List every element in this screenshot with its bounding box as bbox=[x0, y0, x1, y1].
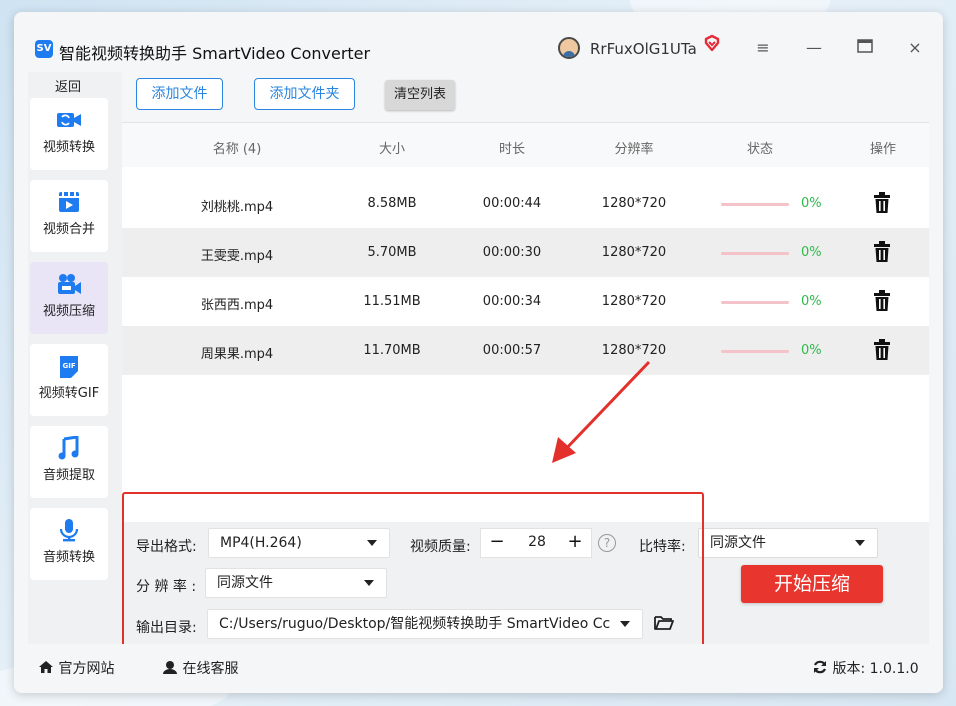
video-compress-icon bbox=[58, 274, 81, 294]
cell-duration: 00:00:44 bbox=[482, 196, 542, 211]
table-row[interactable]: 周果果.mp4 11.70MB 00:00:57 1280*720 0% bbox=[122, 326, 929, 375]
customer-service-icon bbox=[163, 661, 177, 674]
bitrate-select-value: 同源文件 bbox=[710, 535, 766, 551]
progress-bar bbox=[721, 203, 789, 206]
svg-text:GIF: GIF bbox=[63, 362, 76, 370]
progress-percent: 0% bbox=[801, 196, 822, 211]
cell-name: 张西西.mp4 bbox=[200, 298, 274, 313]
cell-size: 11.70MB bbox=[363, 343, 421, 358]
minimize-button[interactable]: — bbox=[803, 38, 825, 57]
cell-duration: 00:00:57 bbox=[482, 343, 542, 358]
app-window: SV 智能视频转换助手 SmartVideo Converter RrFuxOl… bbox=[14, 12, 943, 693]
back-button[interactable]: 返回 bbox=[28, 76, 108, 95]
maximize-button[interactable] bbox=[854, 38, 876, 57]
cell-name: 周果果.mp4 bbox=[200, 347, 274, 362]
support-link[interactable]: 在线客服 bbox=[162, 658, 238, 678]
progress-percent: 0% bbox=[801, 294, 822, 309]
table-row[interactable]: 王雯雯.mp4 5.70MB 00:00:30 1280*720 0% bbox=[122, 228, 929, 277]
add-folder-button[interactable]: 添加文件夹 bbox=[254, 78, 355, 110]
app-title: 智能视频转换助手 SmartVideo Converter bbox=[59, 44, 371, 63]
file-table: 名称 (4) 大小 时长 分辨率 状态 操作 刘桃桃.mp4 8.58MB 00:0… bbox=[122, 122, 929, 522]
sidebar-item-video-gif[interactable]: GIF 视频转GIF bbox=[30, 344, 108, 416]
home-icon bbox=[39, 661, 53, 673]
app-logo-icon: SV bbox=[35, 40, 53, 58]
gif-icon: GIF bbox=[60, 356, 78, 378]
progress-percent: 0% bbox=[801, 343, 822, 358]
cell-name: 刘桃桃.mp4 bbox=[200, 200, 274, 215]
highlight-box bbox=[122, 492, 704, 652]
cell-size: 11.51MB bbox=[363, 294, 421, 309]
cell-size: 5.70MB bbox=[367, 245, 417, 260]
table-row[interactable]: 刘桃桃.mp4 8.58MB 00:00:44 1280*720 0% bbox=[122, 179, 929, 228]
cell-resolution: 1280*720 bbox=[601, 245, 667, 260]
sidebar-item-label: 视频压缩 bbox=[42, 304, 95, 319]
website-link[interactable]: 官方网站 bbox=[38, 658, 114, 678]
add-file-button[interactable]: 添加文件 bbox=[136, 78, 223, 110]
cell-resolution: 1280*720 bbox=[601, 294, 667, 309]
user-name[interactable]: RrFuxOlG1UTa bbox=[590, 40, 697, 58]
support-label: 在线客服 bbox=[182, 661, 239, 677]
trash-icon[interactable] bbox=[872, 191, 892, 215]
progress-percent: 0% bbox=[801, 245, 822, 260]
footer: 官方网站 在线客服 版本: 1.0.1.0 bbox=[14, 644, 943, 693]
sidebar-item-audio-convert[interactable]: 音频转换 bbox=[30, 508, 108, 580]
column-header-size: 大小 bbox=[378, 142, 405, 157]
annotation-arrow-icon bbox=[552, 360, 651, 463]
cell-size: 8.58MB bbox=[367, 196, 417, 211]
trash-icon[interactable] bbox=[872, 338, 892, 362]
sidebar: 返回 视频转换 视频合并 视频压缩 GIF 视频转GIF 音频提取 音频转换 bbox=[28, 72, 122, 644]
start-compress-button[interactable]: 开始压缩 bbox=[741, 565, 883, 603]
sidebar-item-label: 视频转换 bbox=[42, 140, 95, 155]
sidebar-item-audio-extract[interactable]: 音频提取 bbox=[30, 426, 108, 498]
website-label: 官方网站 bbox=[58, 661, 115, 677]
cell-resolution: 1280*720 bbox=[601, 343, 667, 358]
table-header: 名称 (4) 大小 时长 分辨率 状态 操作 bbox=[122, 122, 929, 167]
sidebar-item-video-compress[interactable]: 视频压缩 bbox=[30, 262, 108, 334]
progress-bar bbox=[721, 252, 789, 255]
bitrate-select[interactable]: 同源文件 bbox=[698, 528, 878, 558]
music-note-icon bbox=[58, 436, 79, 460]
column-header-action: 操作 bbox=[869, 142, 896, 157]
column-header-status: 状态 bbox=[746, 142, 773, 157]
sidebar-item-video-merge[interactable]: 视频合并 bbox=[30, 180, 108, 252]
sidebar-item-label: 视频转GIF bbox=[38, 386, 100, 401]
titlebar: SV 智能视频转换助手 SmartVideo Converter RrFuxOl… bbox=[14, 12, 943, 64]
clear-list-button[interactable]: 清空列表 bbox=[385, 80, 455, 110]
user-avatar[interactable] bbox=[558, 37, 580, 59]
cell-duration: 00:00:30 bbox=[482, 245, 542, 260]
microphone-icon bbox=[59, 519, 79, 542]
sidebar-item-label: 音频提取 bbox=[42, 468, 95, 483]
cell-resolution: 1280*720 bbox=[601, 196, 667, 211]
vip-diamond-icon[interactable] bbox=[703, 34, 721, 52]
sidebar-item-label: 音频转换 bbox=[42, 550, 95, 565]
progress-bar bbox=[721, 301, 789, 304]
menu-icon[interactable]: ≡ bbox=[752, 38, 774, 57]
sidebar-item-video-convert[interactable]: 视频转换 bbox=[30, 98, 108, 170]
refresh-icon bbox=[814, 660, 826, 674]
trash-icon[interactable] bbox=[872, 240, 892, 264]
chevron-down-icon bbox=[855, 540, 865, 546]
progress-bar bbox=[721, 350, 789, 353]
trash-icon[interactable] bbox=[872, 289, 892, 313]
column-header-resolution: 分辨率 bbox=[614, 142, 654, 157]
close-button[interactable]: × bbox=[904, 38, 926, 57]
sidebar-item-label: 视频合并 bbox=[42, 222, 95, 237]
video-merge-icon bbox=[59, 192, 79, 212]
video-convert-icon bbox=[57, 113, 81, 127]
cell-name: 王雯雯.mp4 bbox=[200, 249, 274, 264]
column-header-duration: 时长 bbox=[498, 142, 525, 157]
table-row[interactable]: 张西西.mp4 11.51MB 00:00:34 1280*720 0% bbox=[122, 277, 929, 326]
cell-duration: 00:00:34 bbox=[482, 294, 542, 309]
version-label: 版本: 1.0.1.0 bbox=[832, 661, 919, 677]
version-info[interactable]: 版本: 1.0.1.0 bbox=[812, 658, 919, 678]
column-header-name: 名称 (4) bbox=[212, 142, 262, 157]
